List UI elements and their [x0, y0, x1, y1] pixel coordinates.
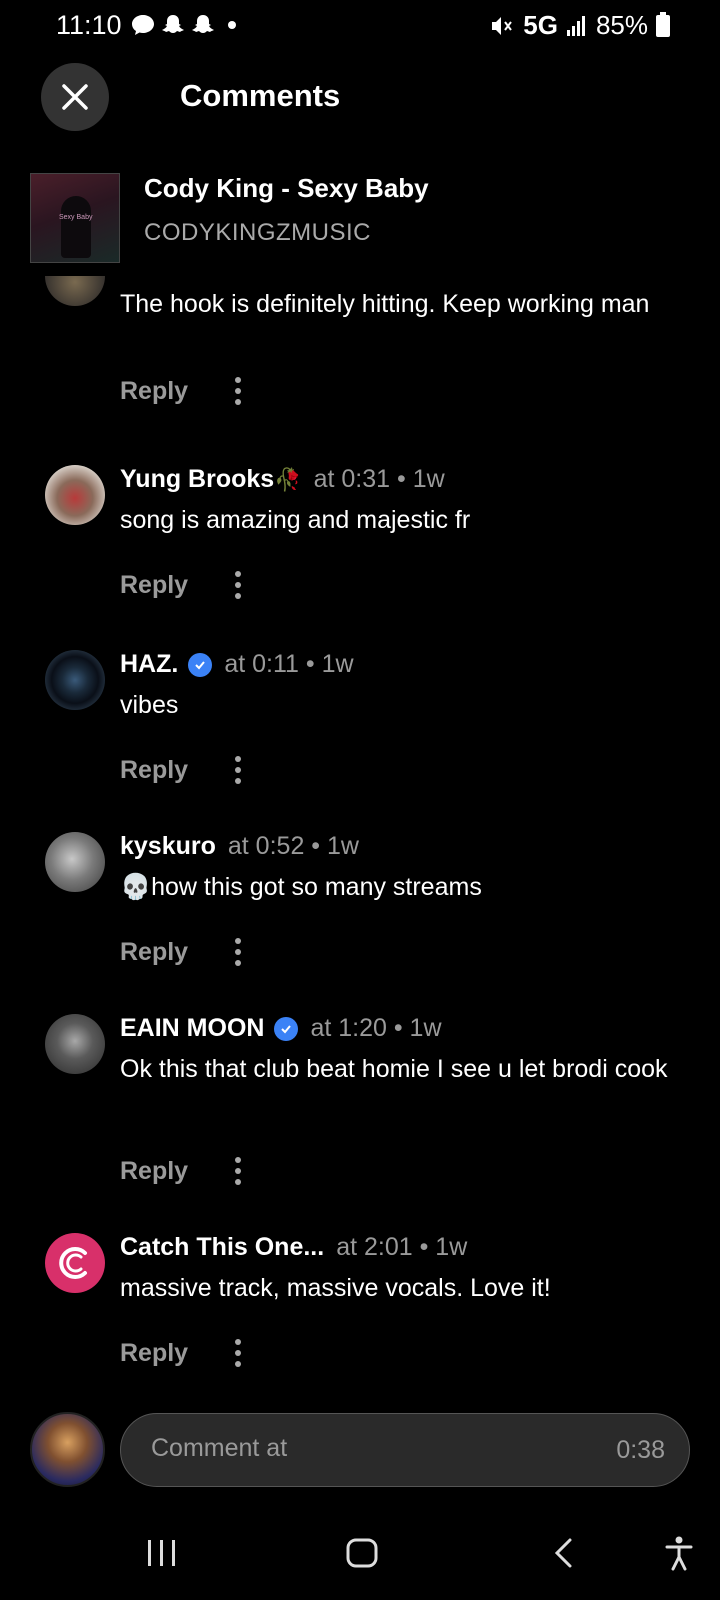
track-title: Cody King - Sexy Baby [144, 173, 429, 203]
rose-emoji: 🥀 [274, 466, 302, 492]
more-notifications-dot [228, 21, 236, 29]
recents-button[interactable] [145, 1530, 179, 1575]
verified-icon [274, 1016, 299, 1041]
comment-text: vibes [120, 691, 179, 719]
comment-meta: at 0:31 • 1w [313, 465, 445, 493]
comment-meta: at 1:20 • 1w [310, 1014, 442, 1042]
reply-button[interactable]: Reply [120, 938, 188, 967]
snapchat-icon-2 [192, 15, 214, 33]
avatar[interactable] [45, 650, 105, 710]
catch-this-one-logo-icon [59, 1247, 87, 1279]
battery-percent: 85% [595, 10, 648, 40]
avatar[interactable] [45, 276, 105, 306]
avatar[interactable] [45, 465, 105, 525]
comments-list[interactable]: The hook is definitely hitting. Keep wor… [0, 276, 720, 1388]
notification-icons [130, 12, 236, 38]
status-bar: 11:10 5G 85% [0, 0, 720, 52]
status-time: 11:10 [56, 10, 122, 40]
comment-text: 💀how this got so many streams [120, 873, 482, 901]
comment-timestamp: 0:38 [616, 1436, 665, 1464]
album-art: Sexy Baby [30, 173, 120, 263]
comment-text: massive track, massive vocals. Love it! [120, 1274, 551, 1302]
comment-meta: at 0:11 • 1w [224, 650, 354, 678]
reply-button[interactable]: Reply [120, 377, 188, 406]
comment-input[interactable] [151, 1434, 551, 1463]
comments-header: Comments [0, 60, 720, 140]
battery-icon [656, 11, 670, 37]
verified-icon [188, 652, 213, 677]
reply-button[interactable]: Reply [120, 1339, 188, 1368]
snapchat-icon [162, 15, 184, 33]
comment-meta: at 2:01 • 1w [336, 1233, 468, 1261]
comment-text: song is amazing and majestic fr [120, 506, 471, 534]
reply-button[interactable]: Reply [120, 1157, 188, 1186]
close-icon [62, 84, 88, 110]
track-info[interactable]: Sexy Baby Cody King - Sexy Baby CODYKING… [30, 173, 690, 265]
home-icon [346, 1538, 378, 1567]
more-options-button[interactable] [228, 1333, 248, 1373]
home-button[interactable] [345, 1530, 379, 1575]
comment-meta: at 0:52 • 1w [227, 832, 359, 860]
recents-icon [148, 1539, 175, 1566]
more-options-button[interactable] [228, 1151, 248, 1191]
accessibility-button[interactable] [662, 1530, 696, 1575]
avatar[interactable] [45, 1233, 105, 1293]
more-options-button[interactable] [228, 565, 248, 605]
accessibility-icon [665, 1536, 693, 1570]
back-button[interactable] [548, 1530, 582, 1575]
comment-input-bar: 0:38 [0, 1410, 720, 1490]
track-artist: CODYKINGZMUSIC [144, 219, 372, 246]
comment-text: Ok this that club beat homie I see u let… [120, 1055, 668, 1083]
page-title: Comments [180, 78, 341, 113]
more-options-button[interactable] [228, 750, 248, 790]
message-icon [132, 15, 154, 35]
system-status: 5G 85% [489, 10, 670, 41]
mute-icon [492, 16, 513, 35]
more-options-button[interactable] [228, 371, 248, 411]
comment-username[interactable]: EAIN MOON [120, 1014, 264, 1043]
comment-username[interactable]: Yung Brooks [120, 465, 274, 494]
album-art-text: Sexy Baby [59, 214, 93, 221]
back-icon [554, 1538, 572, 1567]
my-avatar [30, 1412, 105, 1487]
more-options-button[interactable] [228, 932, 248, 972]
comment-text: The hook is definitely hitting. Keep wor… [120, 290, 650, 318]
network-label: 5G [523, 10, 558, 40]
comment-username[interactable]: kyskuro [120, 832, 216, 861]
comment-username[interactable]: HAZ. [120, 650, 178, 679]
close-button[interactable] [41, 63, 109, 131]
avatar[interactable] [45, 832, 105, 892]
avatar[interactable] [45, 1014, 105, 1074]
reply-button[interactable]: Reply [120, 571, 188, 600]
comment-box[interactable]: 0:38 [120, 1413, 690, 1487]
comment-username[interactable]: Catch This One... [120, 1233, 324, 1262]
signal-icon [566, 15, 585, 36]
reply-button[interactable]: Reply [120, 756, 188, 785]
system-nav-bar [0, 1505, 720, 1600]
